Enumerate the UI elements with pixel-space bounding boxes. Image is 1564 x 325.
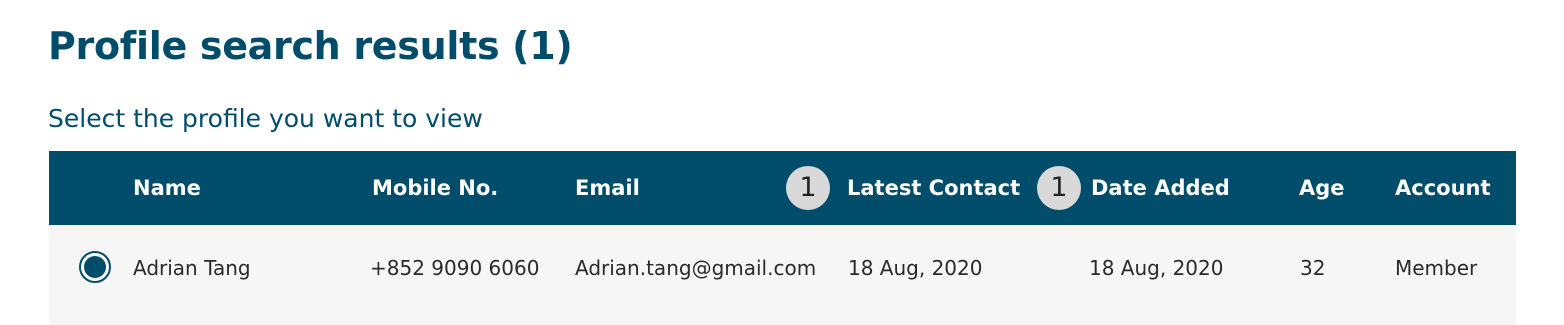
- page-subtitle: Select the profile you want to view: [48, 104, 483, 133]
- results-table: Name Mobile No. Email 1 Latest Contact 1…: [49, 151, 1516, 325]
- cell-date-added: 18 Aug, 2020: [1089, 256, 1224, 280]
- table-row[interactable]: Adrian Tang +852 9090 6060 Adrian.tang@g…: [49, 225, 1516, 311]
- cell-email: Adrian.tang@gmail.com: [575, 256, 817, 280]
- profile-select-radio[interactable]: [79, 251, 111, 283]
- table-header: Name Mobile No. Email 1 Latest Contact 1…: [49, 151, 1516, 225]
- radio-selected-dot: [84, 256, 106, 278]
- column-header-name[interactable]: Name: [133, 151, 201, 225]
- cell-age: 32: [1300, 256, 1326, 280]
- column-header-account[interactable]: Account: [1395, 151, 1491, 225]
- sort-order-badge-latest-contact[interactable]: 1: [786, 166, 830, 210]
- cell-account: Member: [1395, 256, 1478, 280]
- sort-order-badge-date-added[interactable]: 1: [1037, 166, 1081, 210]
- cell-mobile: +852 9090 6060: [370, 256, 540, 280]
- column-header-date-added[interactable]: Date Added: [1091, 151, 1230, 225]
- column-header-mobile[interactable]: Mobile No.: [372, 151, 498, 225]
- page-title: Profile search results (1): [48, 24, 573, 68]
- cell-name: Adrian Tang: [133, 256, 251, 280]
- cell-latest-contact: 18 Aug, 2020: [848, 256, 983, 280]
- column-header-latest-contact[interactable]: Latest Contact: [847, 151, 1020, 225]
- profile-search-page: Profile search results (1) Select the pr…: [0, 0, 1564, 325]
- column-header-email[interactable]: Email: [575, 151, 640, 225]
- column-header-age[interactable]: Age: [1299, 151, 1345, 225]
